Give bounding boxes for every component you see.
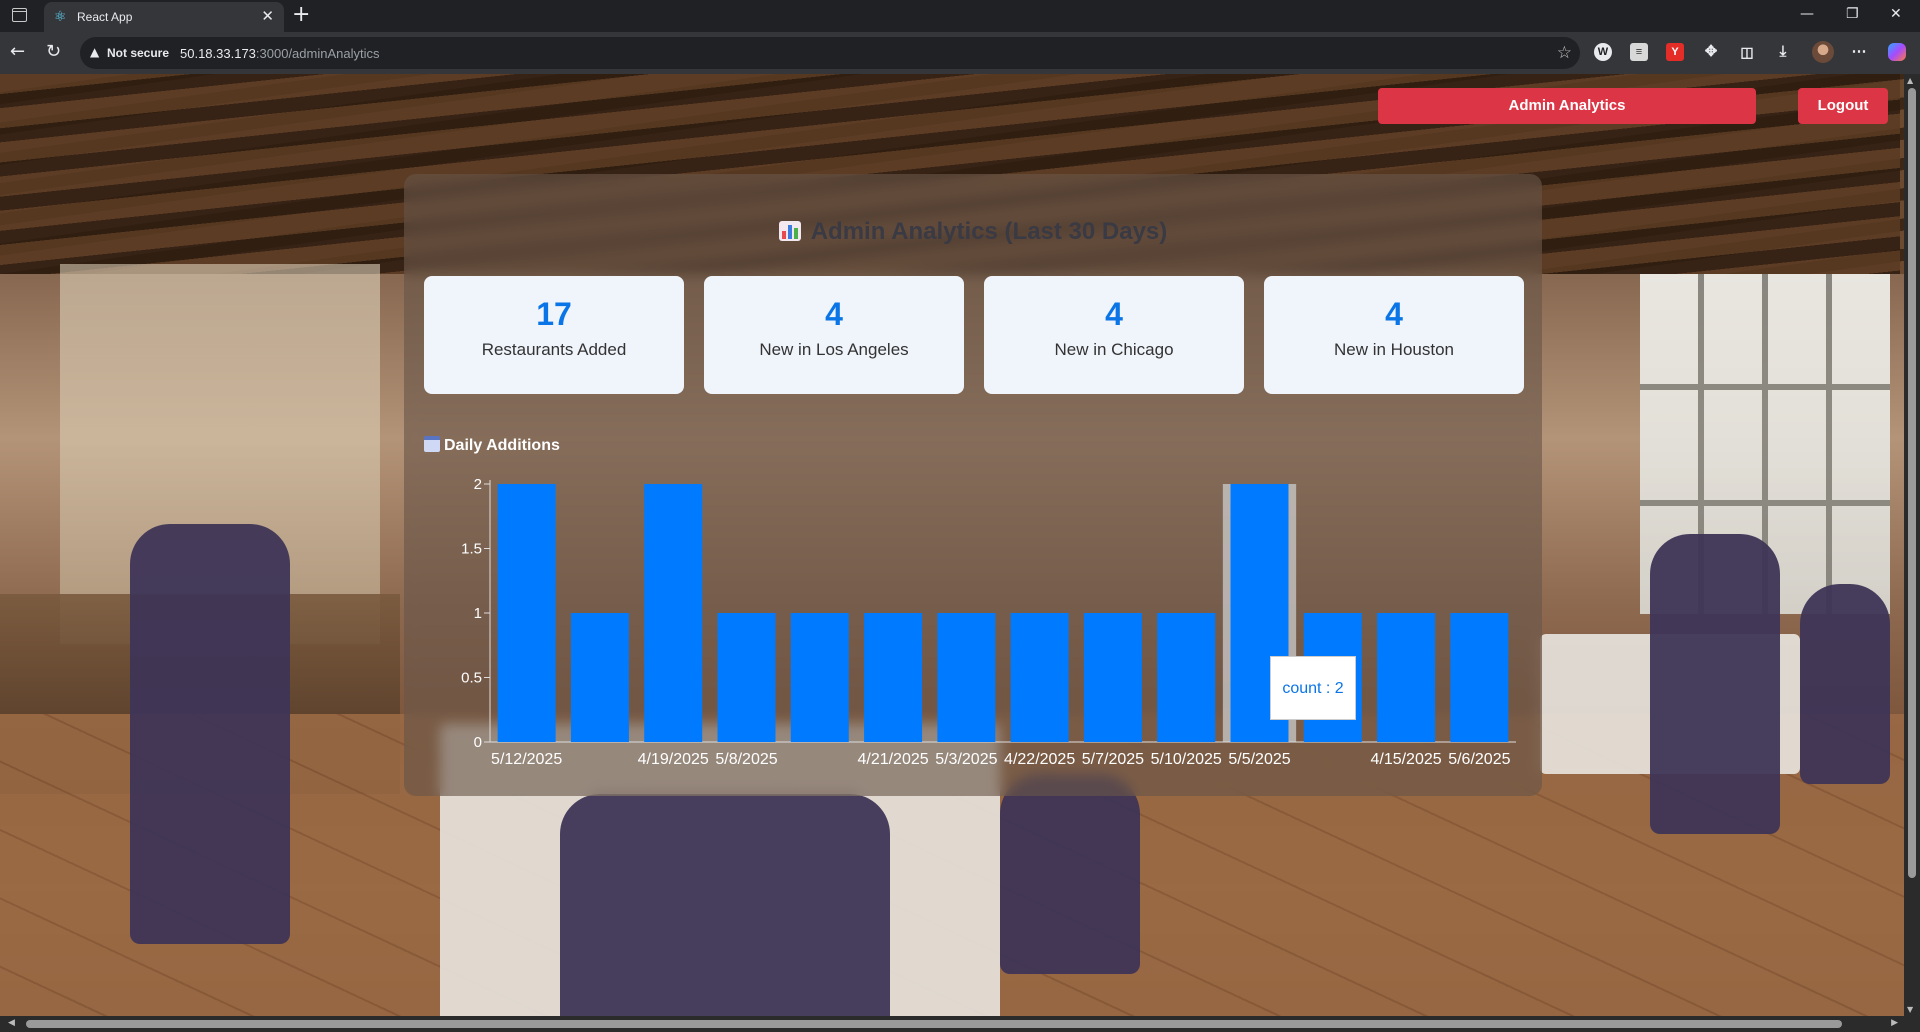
x-tick-label: 5/6/2025 <box>1448 751 1510 768</box>
y-tick-label: 0 <box>474 734 482 751</box>
back-icon[interactable]: ← <box>10 42 25 62</box>
address-bar[interactable]: ▲ Not secure 50.18.33.173:3000/adminAnal… <box>80 37 1580 69</box>
extension-y-icon[interactable]: Y <box>1666 43 1684 61</box>
minimize-icon[interactable]: — <box>1800 6 1814 22</box>
close-tab-icon[interactable]: ✕ <box>261 8 274 24</box>
chart-bar <box>1083 613 1142 742</box>
x-tick-label: 5/5/2025 <box>1228 751 1290 768</box>
x-tick-label: 4/22/2025 <box>1004 751 1075 768</box>
browser-tabstrip: ⚛ React App ✕ + — ❐ ✕ <box>0 0 1920 32</box>
extension-notes-icon[interactable]: ≡ <box>1630 43 1648 61</box>
scroll-down-icon[interactable]: ▼ <box>1907 1005 1913 1014</box>
x-tick-label: 5/12/2025 <box>491 751 562 768</box>
profile-avatar[interactable] <box>1812 41 1834 63</box>
more-menu-icon[interactable]: ⋯ <box>1850 43 1868 61</box>
chart-bar <box>937 613 996 742</box>
y-tick-label: 1 <box>474 605 482 622</box>
chart-bar <box>864 613 923 742</box>
url-text[interactable]: 50.18.33.173:3000/adminAnalytics <box>180 46 379 61</box>
chart-bar <box>1450 613 1509 742</box>
react-logo-icon: ⚛ <box>54 9 67 25</box>
security-label[interactable]: Not secure <box>107 46 169 60</box>
tab-title: React App <box>77 10 133 24</box>
chart-bar <box>1157 613 1216 742</box>
browser-tab[interactable]: ⚛ React App ✕ <box>44 2 284 32</box>
extensions-puzzle-icon[interactable]: ✥ <box>1702 43 1720 61</box>
warning-icon: ▲ <box>90 45 100 59</box>
horizontal-scrollbar[interactable]: ◀ ▶ <box>0 1016 1920 1032</box>
extension-w-icon[interactable]: W <box>1594 43 1612 61</box>
chart-bar <box>1377 613 1436 742</box>
x-tick-label: 5/10/2025 <box>1151 751 1222 768</box>
new-tab-icon[interactable]: + <box>292 3 310 27</box>
window-menu-icon[interactable] <box>12 8 27 22</box>
chart-bar <box>497 484 556 742</box>
y-tick-label: 0.5 <box>461 670 482 687</box>
split-view-icon[interactable]: ◫ <box>1738 43 1756 61</box>
y-tick-label: 2 <box>474 476 482 493</box>
downloads-icon[interactable]: ⤓ <box>1774 43 1792 61</box>
x-tick-label: 4/19/2025 <box>638 751 709 768</box>
scroll-right-icon[interactable]: ▶ <box>1891 1018 1898 1028</box>
reload-icon[interactable]: ↻ <box>46 42 61 62</box>
chart-bar <box>570 613 629 742</box>
x-tick-label: 5/3/2025 <box>935 751 997 768</box>
vertical-scroll-thumb[interactable] <box>1908 88 1916 878</box>
chart-bar <box>717 613 776 742</box>
chart-bar <box>790 613 849 742</box>
daily-additions-chart: 0 0.5 1 1.5 2 5/12/2025 4/19/2025 5/8/2025 4/21/… <box>461 476 1516 768</box>
scroll-left-icon[interactable]: ◀ <box>8 1018 15 1028</box>
close-window-icon[interactable]: ✕ <box>1890 6 1902 22</box>
chart-tooltip: count : 2 <box>1270 656 1356 720</box>
scroll-up-icon[interactable]: ▲ <box>1907 76 1913 85</box>
chart-bar <box>1010 613 1069 742</box>
bookmark-star-icon[interactable]: ☆ <box>1557 43 1572 63</box>
browser-toolbar: ← ↻ ▲ Not secure 50.18.33.173:3000/admin… <box>0 32 1920 74</box>
y-tick-label: 1.5 <box>461 541 482 558</box>
x-tick-label: 4/21/2025 <box>857 751 928 768</box>
restore-icon[interactable]: ❐ <box>1846 6 1859 22</box>
vertical-scrollbar[interactable]: ▲ ▼ <box>1904 74 1920 1016</box>
horizontal-scroll-thumb[interactable] <box>26 1020 1842 1028</box>
x-tick-label: 4/15/2025 <box>1370 751 1441 768</box>
copilot-icon[interactable] <box>1888 43 1906 61</box>
chart-bar <box>644 484 703 742</box>
x-tick-label: 5/8/2025 <box>715 751 777 768</box>
page-viewport: Admin Analytics Logout Admin Analytics (… <box>0 74 1920 1032</box>
x-tick-label: 5/7/2025 <box>1082 751 1144 768</box>
